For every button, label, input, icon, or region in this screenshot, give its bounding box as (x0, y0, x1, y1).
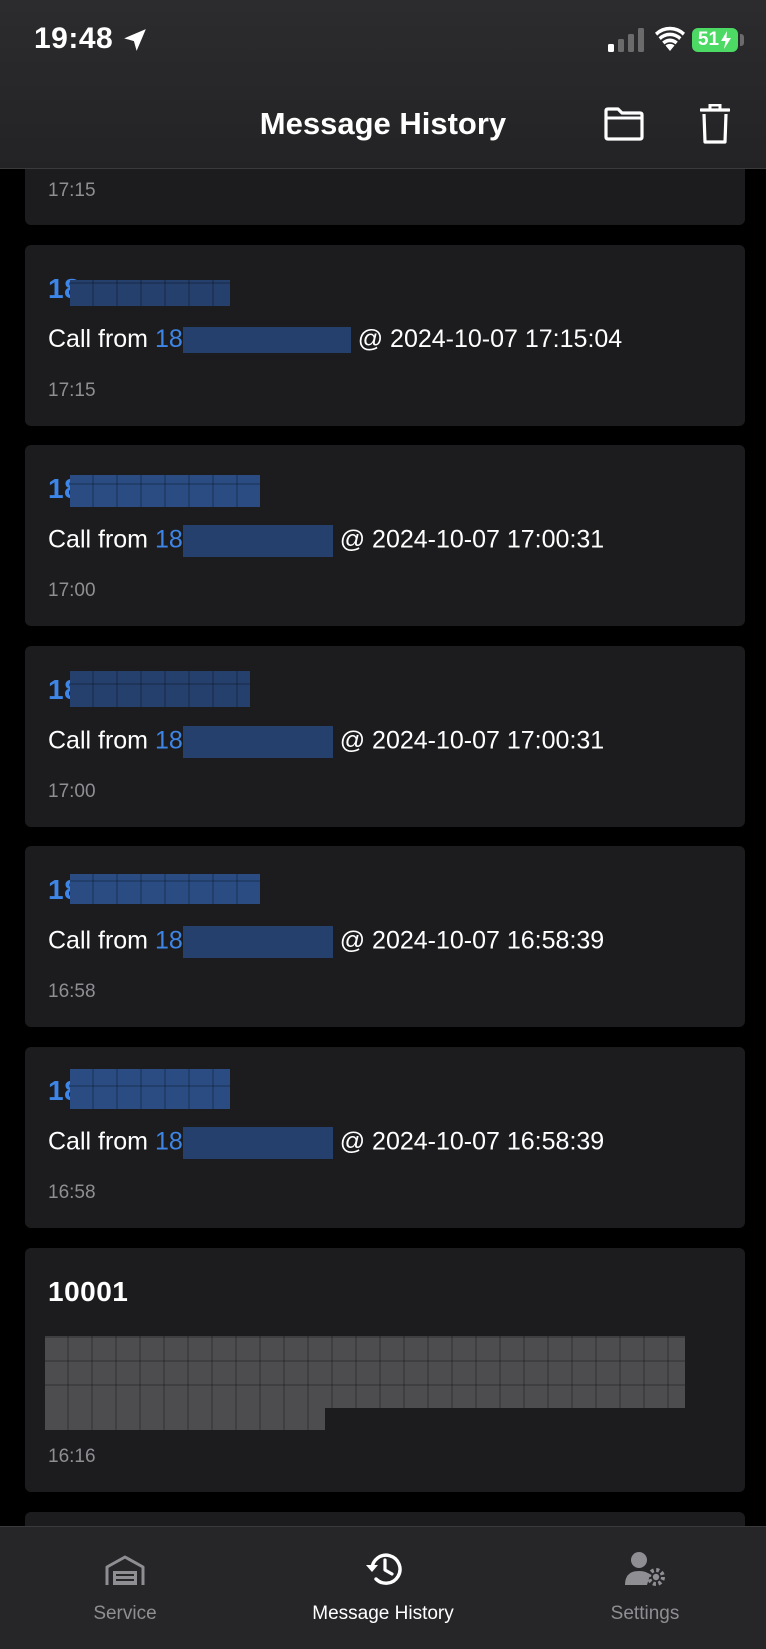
page-title: Message History (259, 106, 507, 141)
message-time: 16:58 (48, 981, 96, 1002)
tab-label: Settings (610, 1603, 680, 1624)
trash-icon[interactable] (700, 104, 730, 144)
redacted-message-body (45, 1336, 685, 1408)
message-time: 17:15 (48, 180, 96, 201)
cellular-signal-icon (608, 28, 644, 52)
tab-label: Service (93, 1603, 157, 1624)
redacted-caller-number (182, 1127, 333, 1159)
message-card[interactable]: 18 Call from 18 @ 2024-10-07 16:58:39 16… (25, 1047, 745, 1228)
redacted-caller-number (182, 525, 333, 557)
redacted-sender-number (70, 1069, 230, 1109)
redacted-caller-number (182, 726, 333, 758)
status-time: 19:48 (34, 22, 114, 55)
message-card[interactable]: 18 Call from 18 @ 2024-10-07 17:15:04 17… (25, 245, 745, 426)
message-card[interactable]: 18 Call from 18 @ 2024-10-07 17:00:31 17… (25, 445, 745, 626)
message-time: 16:16 (48, 1446, 96, 1467)
navigation-header: 19:48 51 Message History (0, 0, 766, 169)
tab-message-history[interactable]: Message History (283, 1527, 483, 1649)
tab-service[interactable]: Service (50, 1527, 200, 1649)
redacted-message-body (45, 1408, 325, 1430)
user-settings-icon (625, 1552, 665, 1586)
message-body: Call from 18 @ 2024-10-07 17:00:31 (48, 726, 604, 758)
redacted-sender-number (70, 874, 260, 904)
message-card[interactable]: 18 Call from 18 @ 2024-10-07 16:58:39 16… (25, 846, 745, 1027)
charging-bolt-icon (721, 31, 732, 49)
history-icon (366, 1553, 402, 1585)
message-time: 17:00 (48, 781, 96, 802)
tab-label: Message History (312, 1603, 454, 1624)
message-body: Call from 18 @ 2024-10-07 17:00:31 (48, 525, 604, 557)
battery-level: 51 (697, 29, 720, 50)
message-time: 17:00 (48, 580, 96, 601)
message-list[interactable]: 17:15 18 Call from 18 @ 2024-10-07 17:15… (0, 0, 766, 1526)
message-card[interactable] (25, 1512, 745, 1526)
wifi-icon (655, 26, 685, 51)
message-body: Call from 18 @ 2024-10-07 16:58:39 (48, 1127, 604, 1159)
tab-bar: Service Message History Settings (0, 1526, 766, 1649)
location-arrow-icon (124, 29, 146, 51)
battery-nub (740, 34, 744, 46)
tab-settings[interactable]: Settings (570, 1527, 720, 1649)
redacted-sender-number (70, 280, 230, 306)
message-time: 17:15 (48, 380, 96, 401)
message-body: Call from 18 @ 2024-10-07 17:15:04 (48, 325, 623, 354)
message-card[interactable]: 10001 16:16 (25, 1248, 745, 1492)
redacted-sender-number (70, 475, 260, 507)
battery-indicator: 51 (692, 28, 738, 52)
message-card[interactable]: 18 Call from 18 @ 2024-10-07 17:00:31 17… (25, 646, 745, 827)
message-body: Call from 18 @ 2024-10-07 16:58:39 (48, 926, 604, 958)
folder-icon[interactable] (603, 106, 645, 142)
message-time: 16:58 (48, 1182, 96, 1203)
message-sender: 10001 (48, 1276, 129, 1307)
garage-icon (105, 1555, 145, 1585)
redacted-caller-number (182, 327, 351, 354)
redacted-sender-number (70, 671, 250, 707)
redacted-caller-number (182, 926, 333, 958)
